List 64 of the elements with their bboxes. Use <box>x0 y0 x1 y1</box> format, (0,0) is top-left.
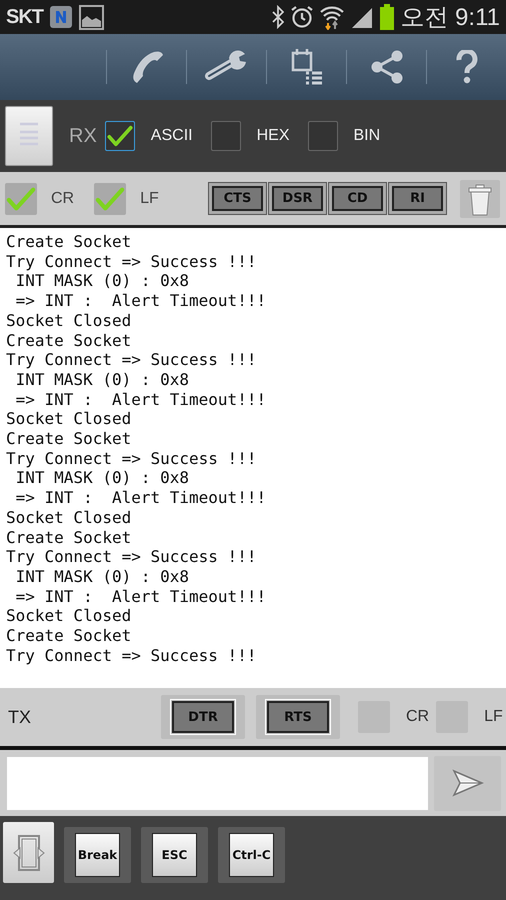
key-button[interactable]: ESC <box>152 833 197 877</box>
signal-indicator[interactable]: CD <box>328 182 387 215</box>
calendar-list-icon <box>290 47 324 87</box>
checkbox[interactable] <box>94 182 126 214</box>
log-line: Socket Closed <box>6 310 132 331</box>
log-line: INT MASK (0) : 0x8 <box>14 370 190 390</box>
toggle-keys-button[interactable] <box>3 822 54 883</box>
log-line: INT MASK (0) : 0x8 <box>14 271 190 292</box>
battery-icon <box>380 4 394 30</box>
key-button[interactable]: Ctrl-C <box>229 833 274 877</box>
clear-button[interactable] <box>460 180 500 218</box>
signal-toggle[interactable]: RTS <box>256 695 340 739</box>
log-line: => INT : Alert Timeout!!! <box>14 586 268 606</box>
signal-indicator[interactable]: DSR <box>268 182 327 215</box>
checkbox-label: CR <box>51 190 74 208</box>
clock: 오전 9:11 <box>400 3 500 33</box>
send-button[interactable] <box>434 756 501 810</box>
checkbox[interactable] <box>104 121 135 151</box>
log-line: Try Connect => Success !!! <box>6 252 258 272</box>
checkbox[interactable] <box>5 182 37 214</box>
log-line: Socket Closed <box>6 409 132 430</box>
log-line: Try Connect => Success !!! <box>6 646 258 666</box>
rx-label: RX <box>69 124 97 148</box>
log-line: => INT : Alert Timeout!!! <box>14 291 268 311</box>
tx-label: TX <box>8 706 32 728</box>
log-line: INT MASK (0) : 0x8 <box>14 468 190 488</box>
log-line: Try Connect => Success !!! <box>6 448 258 468</box>
help-icon <box>456 50 478 84</box>
log-line: Create Socket <box>6 626 132 646</box>
menu-button[interactable] <box>5 106 53 166</box>
wifi-icon <box>320 4 344 30</box>
mode-label: BIN <box>354 127 380 145</box>
alarm-icon <box>290 5 314 29</box>
image-icon <box>79 4 104 30</box>
signal-indicator[interactable]: CTS <box>208 182 267 215</box>
log-line: Create Socket <box>6 528 132 548</box>
log-line: Create Socket <box>6 330 132 350</box>
log-line: Create Socket <box>6 232 132 252</box>
log-line: => INT : Alert Timeout!!! <box>14 390 268 410</box>
checkbox-label: CR <box>406 708 430 726</box>
log-line: Create Socket <box>6 429 132 449</box>
log-line: Socket Closed <box>6 606 132 626</box>
mode-label: HEX <box>256 127 290 145</box>
frame-arrows-icon <box>12 832 46 872</box>
log-line: INT MASK (0) : 0x8 <box>14 566 190 587</box>
log-line: Try Connect => Success !!! <box>6 547 258 567</box>
trash-icon <box>468 182 492 216</box>
signal-toggle[interactable]: DTR <box>161 695 245 739</box>
checkbox[interactable] <box>308 121 338 151</box>
notification-icon <box>49 5 73 29</box>
share-icon <box>368 49 404 85</box>
bluetooth-icon <box>272 5 284 29</box>
checkbox-label: LF <box>484 708 503 726</box>
checkbox-label: LF <box>140 190 159 208</box>
log-line: Try Connect => Success !!! <box>6 350 258 370</box>
key-button[interactable]: Break <box>75 833 120 877</box>
input-field[interactable] <box>7 756 428 810</box>
carrier-label: SKT <box>6 6 43 28</box>
signal-indicator[interactable]: RI <box>388 182 447 215</box>
send-icon <box>452 769 484 797</box>
log-line: => INT : Alert Timeout!!! <box>14 488 268 508</box>
checkbox[interactable] <box>210 121 241 151</box>
log-line: Socket Closed <box>6 508 132 528</box>
mode-label: ASCII <box>150 127 193 145</box>
